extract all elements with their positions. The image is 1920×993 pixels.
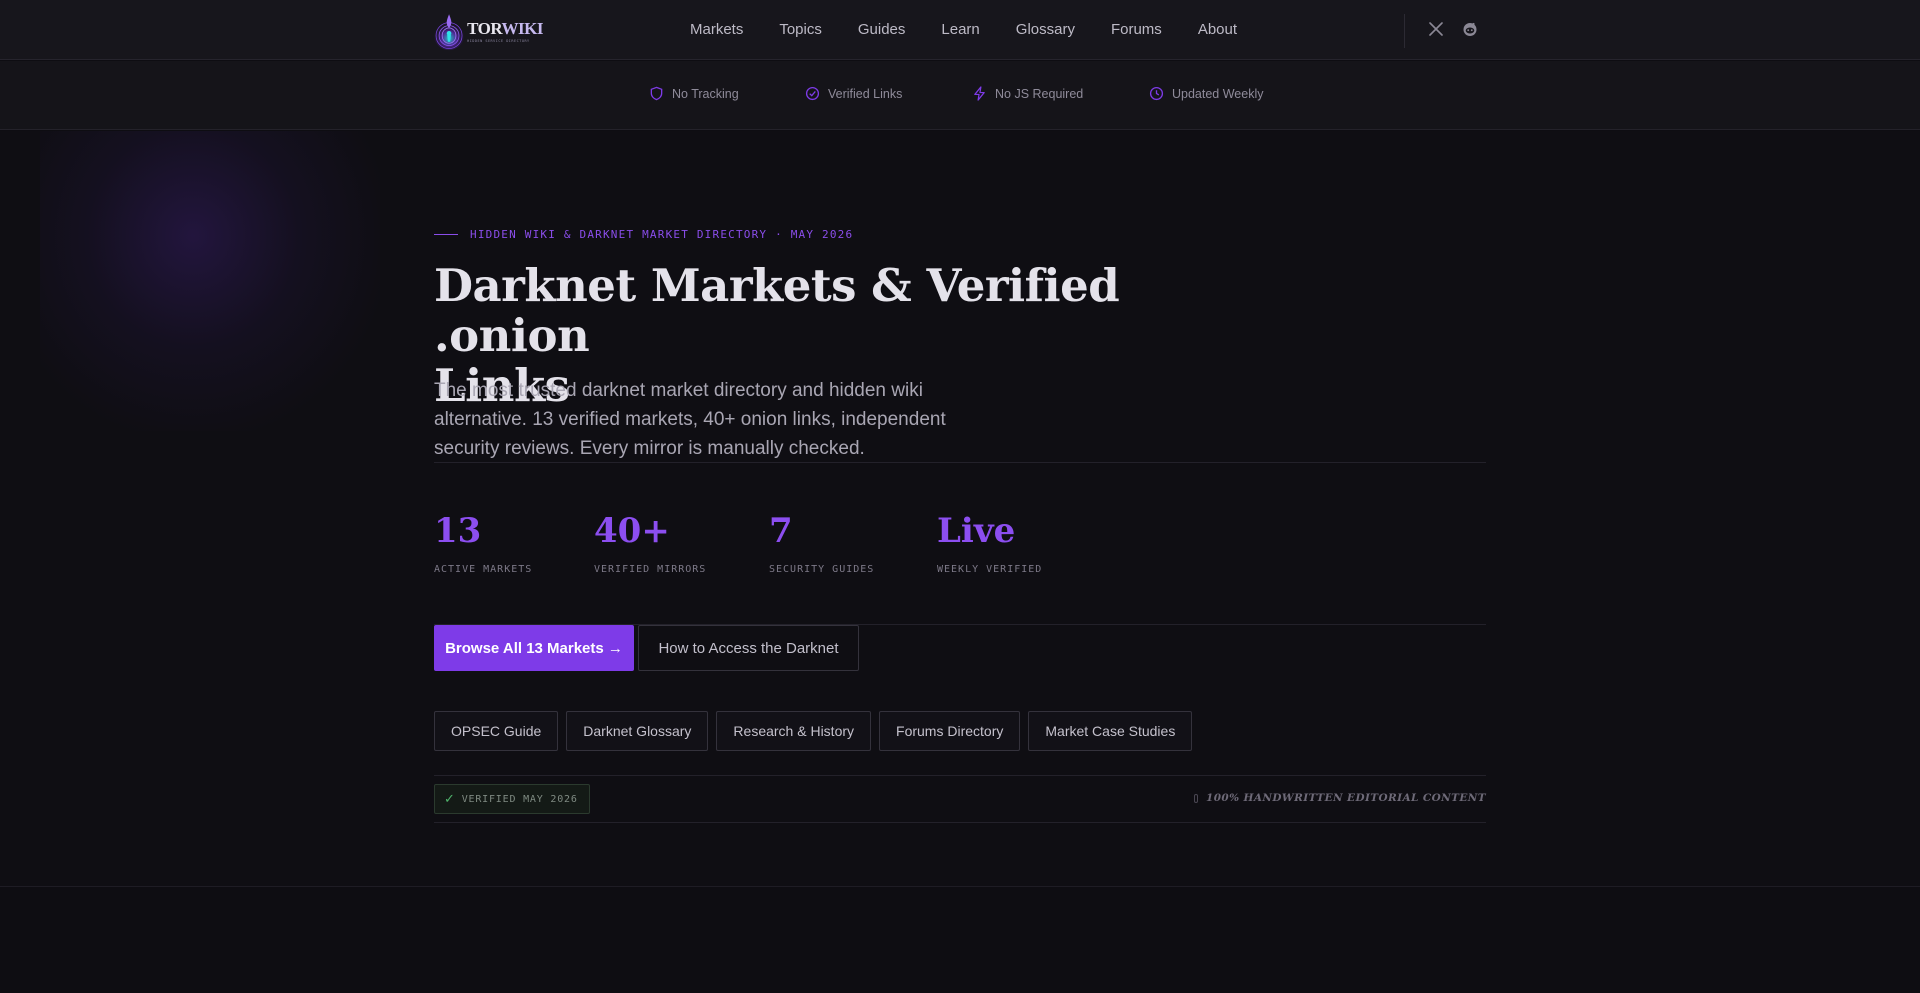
logo-word-wiki: WIKI (501, 18, 544, 38)
topic-chips: OPSEC Guide Darknet Glossary Research & … (434, 711, 1200, 751)
background-glow (40, 131, 380, 431)
logo-tagline: HIDDEN SERVICE DIRECTORY (467, 38, 530, 43)
headline-line-1: Darknet Markets & Verified .onion (434, 259, 1120, 362)
feature-label: Verified Links (828, 86, 903, 101)
verified-badge: ✓ VERIFIED MAY 2026 (434, 784, 590, 814)
feature-label: No JS Required (995, 86, 1084, 101)
divider (434, 775, 1486, 776)
site-logo[interactable]: TORWIKI HIDDEN SERVICE DIRECTORY (433, 4, 544, 58)
hero-lede: The most trusted darknet market director… (434, 380, 946, 459)
hero-section: HIDDEN WIKI & DARKNET MARKET DIRECTORY ·… (0, 131, 1920, 887)
reddit-icon[interactable] (1461, 20, 1479, 38)
feature-no-js: No JS Required (972, 86, 1083, 101)
stat-active-markets: 13 ACTIVE MARKETS (434, 511, 532, 575)
stat-label: SECURITY GUIDES (769, 564, 875, 575)
eyebrow-dash (434, 234, 458, 235)
nav-link-guides[interactable]: Guides (858, 21, 906, 38)
check-circle-icon (805, 86, 820, 101)
divider (434, 462, 1486, 463)
top-navbar: TORWIKI HIDDEN SERVICE DIRECTORY Markets… (0, 0, 1920, 60)
logo-wordmark: TORWIKI HIDDEN SERVICE DIRECTORY (467, 20, 543, 43)
editorial-note: 100% HANDWRITTEN EDITORIAL CONTENT (1194, 792, 1486, 804)
tor-onion-logo-icon (433, 14, 465, 51)
divider (434, 822, 1486, 823)
stat-value: 40+ (594, 511, 670, 551)
stat-value: 7 (769, 511, 793, 551)
how-to-access-button[interactable]: How to Access the Darknet (638, 625, 859, 671)
stat-verified-mirrors: 40+ VERIFIED MIRRORS (594, 511, 706, 575)
chip-opsec-guide[interactable]: OPSEC Guide (434, 711, 559, 751)
stat-value: Live (937, 511, 1016, 551)
feature-label: Updated Weekly (1172, 86, 1264, 101)
logo-word-tor: TOR (467, 18, 502, 38)
stat-security-guides: 7 SECURITY GUIDES (769, 511, 874, 575)
stat-weekly-verified: Live WEEKLY VERIFIED (937, 511, 1042, 575)
stat-label: ACTIVE MARKETS (434, 564, 533, 575)
chip-research-history[interactable]: Research & History (716, 711, 872, 751)
feature-updated-weekly: Updated Weekly (1149, 86, 1264, 101)
x-twitter-icon[interactable] (1427, 20, 1445, 38)
editorial-note-text: 100% HANDWRITTEN EDITORIAL CONTENT (1206, 792, 1486, 804)
nav-link-glossary[interactable]: Glossary (1016, 21, 1075, 38)
nav-link-about[interactable]: About (1198, 21, 1237, 38)
feature-strip: No Tracking Verified Links No JS Require… (0, 61, 1920, 130)
feature-verified-links: Verified Links (805, 86, 902, 101)
nav-divider (1404, 14, 1405, 48)
verified-badge-text: VERIFIED MAY 2026 (461, 793, 578, 805)
shield-icon (650, 86, 663, 101)
stat-value: 13 (434, 511, 482, 551)
chip-darknet-glossary[interactable]: Darknet Glossary (566, 711, 709, 751)
chip-market-case-studies[interactable]: Market Case Studies (1028, 711, 1193, 751)
clock-icon (1149, 86, 1164, 101)
nav-link-learn[interactable]: Learn (941, 21, 979, 38)
browse-markets-button[interactable]: Browse All 13 Markets → (434, 625, 634, 671)
eyebrow-text: HIDDEN WIKI & DARKNET MARKET DIRECTORY ·… (470, 228, 854, 241)
stat-label: VERIFIED MIRRORS (594, 564, 707, 575)
stat-label: WEEKLY VERIFIED (937, 564, 1043, 575)
feature-label: No Tracking (672, 86, 739, 101)
lightning-icon (974, 86, 985, 101)
nav-link-topics[interactable]: Topics (779, 21, 822, 38)
hero-eyebrow: HIDDEN WIKI & DARKNET MARKET DIRECTORY ·… (434, 228, 853, 241)
nav-link-forums[interactable]: Forums (1111, 21, 1162, 38)
main-nav: Markets Topics Guides Learn Glossary For… (690, 0, 1273, 58)
chip-forums-directory[interactable]: Forums Directory (879, 711, 1021, 751)
pen-icon (1194, 793, 1198, 803)
check-icon: ✓ (444, 791, 456, 807)
feature-no-tracking: No Tracking (649, 86, 739, 101)
nav-link-markets[interactable]: Markets (690, 21, 743, 38)
